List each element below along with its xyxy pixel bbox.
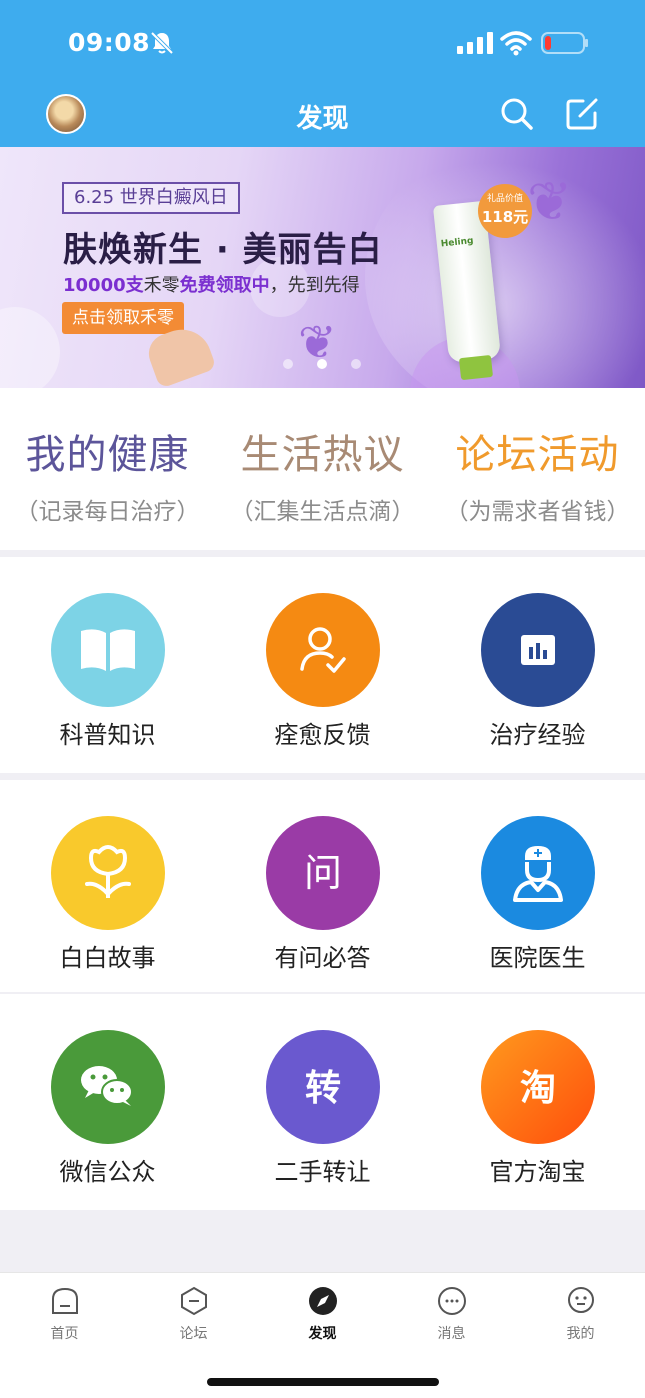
banner-quantity: 10000支 <box>63 275 144 296</box>
feature-label: 科普知识 <box>59 721 156 749</box>
carousel-dot[interactable] <box>351 359 361 369</box>
page-bottom-spacer <box>0 1210 645 1272</box>
price-badge: 礼品价值 118元 <box>478 184 532 238</box>
feature-qa[interactable]: 问 有问必答 <box>215 780 430 996</box>
banner-subline: 10000支禾零免费领取中，先到先得 <box>63 271 360 297</box>
section-desc: （记录每日治疗） <box>15 499 200 525</box>
section-desc: （汇集生活点滴） <box>230 499 415 525</box>
section-forum-events[interactable]: 论坛活动 （为需求者省钱） <box>430 422 645 526</box>
product-cap <box>458 354 494 381</box>
flower-icon <box>51 816 165 930</box>
compass-icon <box>308 1287 337 1315</box>
price-badge-value: 118元 <box>481 208 529 226</box>
tab-label: 我的 <box>566 1326 595 1342</box>
edit-icon[interactable] <box>563 95 601 133</box>
home-icon <box>51 1287 78 1314</box>
question-glyph: 问 <box>304 851 342 895</box>
feature-label: 治疗经验 <box>489 721 586 749</box>
feature-label: 有问必答 <box>274 944 371 972</box>
message-icon <box>437 1287 466 1315</box>
product-label: Heling <box>440 236 474 250</box>
bell-mute-icon <box>150 31 174 55</box>
section-title: 论坛活动 <box>455 432 620 478</box>
profile-icon <box>567 1287 594 1313</box>
banner-tail: ，先到先得 <box>269 275 360 296</box>
feature-row: 微信公众 转 二手转让 淘 官方淘宝 <box>0 994 645 1210</box>
transfer-glyph: 转 <box>305 1068 341 1109</box>
divider <box>0 773 645 780</box>
feature-secondhand[interactable]: 转 二手转让 <box>215 994 430 1210</box>
question-icon: 问 <box>266 816 380 930</box>
feature-label: 痊愈反馈 <box>274 721 371 749</box>
feature-label: 二手转让 <box>274 1158 371 1186</box>
banner-headline: 肤焕新生 · 美丽告白 <box>63 230 383 270</box>
tab-profile[interactable]: 我的 <box>516 1285 645 1343</box>
feature-label: 医院医生 <box>489 944 586 972</box>
tab-label: 消息 <box>437 1326 466 1342</box>
carousel-dot[interactable] <box>283 359 293 369</box>
feature-label: 微信公众 <box>59 1158 156 1186</box>
battery-low-icon <box>541 32 588 54</box>
feature-recovery[interactable]: 痊愈反馈 <box>215 557 430 773</box>
feature-experience[interactable]: 治疗经验 <box>430 557 645 773</box>
transfer-icon: 转 <box>266 1030 380 1144</box>
feature-row: 科普知识 痊愈反馈 治疗经验 <box>0 557 645 773</box>
user-check-icon <box>266 593 380 707</box>
section-life-talk[interactable]: 生活热议 （汇集生活点滴） <box>215 422 430 526</box>
search-icon[interactable] <box>498 95 536 133</box>
tab-label: 首页 <box>50 1326 79 1342</box>
signal-icon <box>457 32 493 54</box>
forum-icon <box>180 1286 207 1316</box>
section-my-health[interactable]: 我的健康 （记录每日治疗） <box>0 422 215 526</box>
book-icon <box>51 593 165 707</box>
tab-label: 论坛 <box>179 1326 208 1342</box>
butterfly-icon: ❦ <box>527 170 573 233</box>
feature-row: 白白故事 问 有问必答 医院医生 <box>0 780 645 996</box>
banner-brand: 禾零 <box>143 275 180 296</box>
taobao-glyph: 淘 <box>520 1068 556 1109</box>
banner-bubble <box>0 307 60 388</box>
taobao-icon: 淘 <box>481 1030 595 1144</box>
divider <box>0 550 645 557</box>
feature-wechat[interactable]: 微信公众 <box>0 994 215 1210</box>
price-badge-caption: 礼品价值 <box>486 194 523 204</box>
page-title: 发现 <box>296 104 349 134</box>
wechat-icon <box>51 1030 165 1144</box>
top-bar: 09:08 发现 <box>0 0 645 147</box>
feature-label: 白白故事 <box>59 944 156 972</box>
banner-tag: 6.25 世界白癜风日 <box>62 182 240 214</box>
feature-science[interactable]: 科普知识 <box>0 557 215 773</box>
tab-messages[interactable]: 消息 <box>387 1285 516 1343</box>
tab-forum[interactable]: 论坛 <box>129 1285 258 1343</box>
feature-taobao[interactable]: 淘 官方淘宝 <box>430 994 645 1210</box>
banner-cta-button[interactable]: 点击领取禾零 <box>62 302 184 334</box>
status-time: 09:08 <box>68 28 151 57</box>
section-desc: （为需求者省钱） <box>445 499 630 525</box>
home-indicator <box>207 1378 439 1386</box>
carousel-dot-active[interactable] <box>317 359 327 369</box>
feature-hospital[interactable]: 医院医生 <box>430 780 645 996</box>
tab-discover[interactable]: 发现 <box>258 1285 387 1343</box>
banner-highlight: 免费领取中 <box>179 275 270 296</box>
tab-home[interactable]: 首页 <box>0 1285 129 1343</box>
chart-icon <box>481 593 595 707</box>
section-links: 我的健康 （记录每日治疗） 生活热议 （汇集生活点滴） 论坛活动 （为需求者省钱… <box>0 388 645 550</box>
tab-label: 发现 <box>308 1326 337 1342</box>
carousel-dots <box>283 359 363 371</box>
feature-label: 官方淘宝 <box>489 1158 586 1186</box>
section-title: 生活热议 <box>240 432 405 478</box>
doctor-icon <box>481 816 595 930</box>
wifi-icon <box>500 31 532 56</box>
feature-stories[interactable]: 白白故事 <box>0 780 215 996</box>
section-title: 我的健康 <box>25 432 190 478</box>
